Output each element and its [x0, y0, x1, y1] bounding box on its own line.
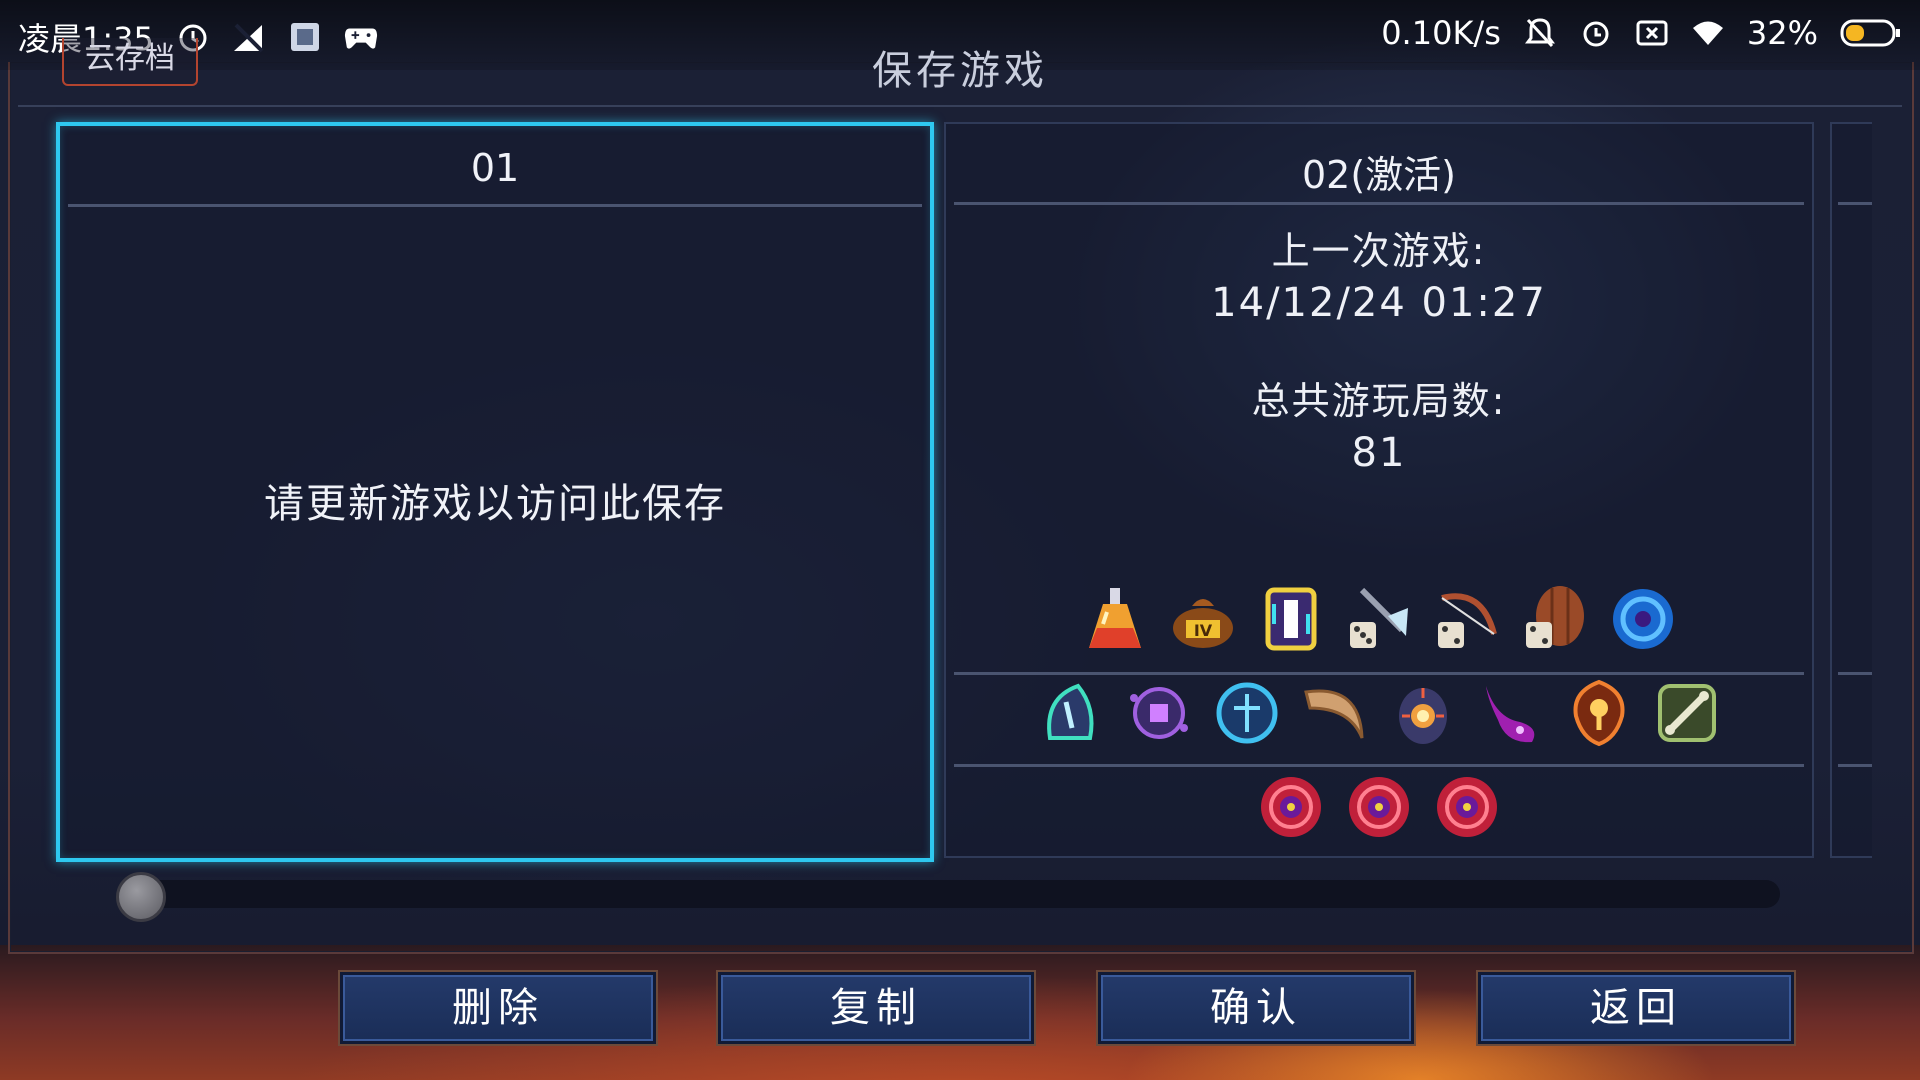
red-eye-amulet-icon — [1256, 772, 1326, 842]
slot-divider — [954, 764, 1804, 767]
delete-button[interactable]: 删除 — [338, 970, 658, 1046]
bone-tile-icon — [1652, 678, 1722, 748]
slot-divider — [68, 204, 922, 207]
slot-divider — [954, 672, 1804, 675]
slot-title: 01 — [470, 146, 520, 190]
slot-title: 02(激活) — [1301, 153, 1456, 197]
slot-scrollbar-track[interactable] — [140, 880, 1780, 908]
red-eye-amulet-icon — [1344, 772, 1414, 842]
item-row-mutations — [946, 678, 1812, 748]
slot-divider — [954, 202, 1804, 205]
dice-bow-icon — [1432, 584, 1502, 654]
blue-orb-icon — [1608, 584, 1678, 654]
blue-wheel-icon — [1212, 678, 1282, 748]
purple-eye-icon — [1124, 678, 1194, 748]
total-runs-value: 81 — [1351, 430, 1407, 476]
item-row-weapons: IV — [946, 584, 1812, 654]
update-required-message: 请更新游戏以访问此保存 — [264, 481, 726, 527]
last-played-value: 14/12/24 01:27 — [1211, 280, 1547, 326]
copy-button[interactable]: 复制 — [716, 970, 1036, 1046]
dice-axe-icon — [1344, 584, 1414, 654]
slot-divider — [1838, 764, 1872, 767]
menu-frame-top-line — [18, 105, 1902, 107]
purple-tentacle-icon — [1476, 678, 1546, 748]
potion-icon — [1080, 584, 1150, 654]
svg-text:IV: IV — [1194, 621, 1213, 640]
red-eye-amulet-icon — [1432, 772, 1502, 842]
horn-icon — [1300, 678, 1370, 748]
last-played-label: 上一次游戏: — [1271, 229, 1487, 273]
slot-divider — [1838, 202, 1872, 205]
fire-lantern-icon — [1388, 678, 1458, 748]
back-button[interactable]: 返回 — [1476, 970, 1796, 1046]
item-row-amulets — [946, 772, 1812, 842]
slot-scrollbar-knob[interactable] — [116, 872, 166, 922]
green-rune-icon — [1036, 678, 1106, 748]
confirm-button[interactable]: 确认 — [1096, 970, 1416, 1046]
dice-shield-icon — [1520, 584, 1590, 654]
total-runs-label: 总共游玩局数: — [1251, 379, 1507, 423]
slot-divider — [1838, 672, 1872, 675]
orange-rune-icon — [1564, 678, 1634, 748]
save-slot-01[interactable]: 01 请更新游戏以访问此保存 — [56, 122, 934, 862]
page-title: 保存游戏 — [872, 48, 1048, 94]
scroll-icon — [1256, 584, 1326, 654]
save-slot-02[interactable]: 02(激活) 上一次游戏: 14/12/24 01:27 总共游玩局数: 81 … — [944, 122, 1814, 858]
save-slot-03-partial[interactable] — [1830, 122, 1872, 858]
loot-bag-icon: IV — [1168, 584, 1238, 654]
